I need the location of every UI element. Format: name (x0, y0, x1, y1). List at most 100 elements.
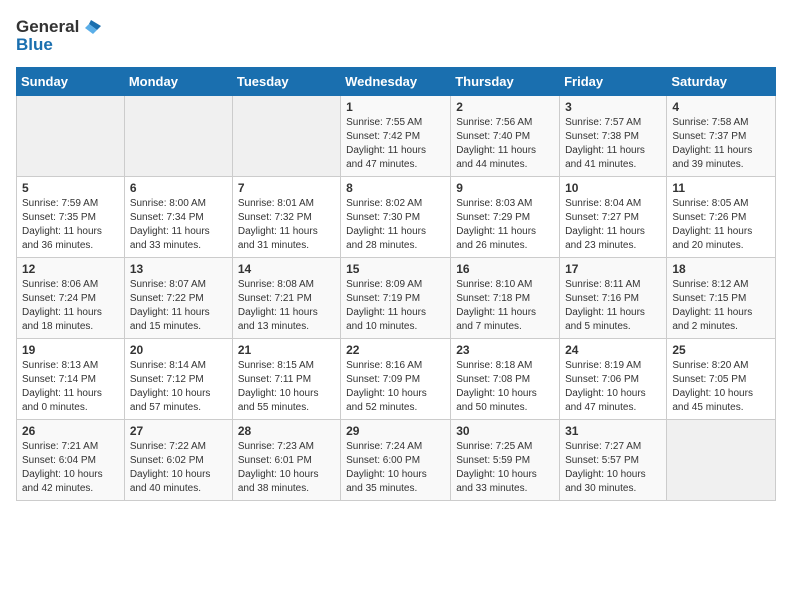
day-info: Sunrise: 8:18 AM Sunset: 7:08 PM Dayligh… (456, 359, 554, 415)
calendar-cell: 11 Sunrise: 8:05 AM Sunset: 7:26 PM Dayli… (667, 176, 776, 257)
day-info: Sunrise: 8:03 AM Sunset: 7:29 PM Dayligh… (456, 197, 554, 253)
logo-container: General Blue (16, 16, 103, 55)
day-info: Sunrise: 7:21 AM Sunset: 6:04 PM Dayligh… (22, 440, 119, 496)
day-number: 13 (130, 262, 227, 276)
calendar-cell: 12 Sunrise: 8:06 AM Sunset: 7:24 PM Dayli… (17, 257, 125, 338)
day-number: 9 (456, 181, 554, 195)
calendar-table: SundayMondayTuesdayWednesdayThursdayFrid… (16, 67, 776, 501)
page-header: General Blue (16, 16, 776, 55)
calendar-cell: 24 Sunrise: 8:19 AM Sunset: 7:06 PM Dayli… (560, 338, 667, 419)
day-info: Sunrise: 7:27 AM Sunset: 5:57 PM Dayligh… (565, 440, 661, 496)
day-info: Sunrise: 8:19 AM Sunset: 7:06 PM Dayligh… (565, 359, 661, 415)
day-info: Sunrise: 8:16 AM Sunset: 7:09 PM Dayligh… (346, 359, 445, 415)
day-number: 30 (456, 424, 554, 438)
logo: General Blue (16, 16, 103, 55)
calendar-cell: 20 Sunrise: 8:14 AM Sunset: 7:12 PM Dayli… (124, 338, 232, 419)
day-info: Sunrise: 7:23 AM Sunset: 6:01 PM Dayligh… (238, 440, 335, 496)
weekday-header-monday: Monday (124, 67, 232, 95)
calendar-cell: 4 Sunrise: 7:58 AM Sunset: 7:37 PM Daylig… (667, 95, 776, 176)
day-number: 15 (346, 262, 445, 276)
day-info: Sunrise: 8:12 AM Sunset: 7:15 PM Dayligh… (672, 278, 770, 334)
day-number: 21 (238, 343, 335, 357)
day-info: Sunrise: 8:08 AM Sunset: 7:21 PM Dayligh… (238, 278, 335, 334)
calendar-cell: 22 Sunrise: 8:16 AM Sunset: 7:09 PM Dayli… (341, 338, 451, 419)
calendar-cell: 26 Sunrise: 7:21 AM Sunset: 6:04 PM Dayli… (17, 419, 125, 500)
weekday-header-wednesday: Wednesday (341, 67, 451, 95)
day-number: 10 (565, 181, 661, 195)
day-number: 8 (346, 181, 445, 195)
day-info: Sunrise: 8:11 AM Sunset: 7:16 PM Dayligh… (565, 278, 661, 334)
logo-text-blue: Blue (16, 36, 53, 55)
day-number: 18 (672, 262, 770, 276)
day-number: 2 (456, 100, 554, 114)
day-info: Sunrise: 7:59 AM Sunset: 7:35 PM Dayligh… (22, 197, 119, 253)
day-number: 5 (22, 181, 119, 195)
weekday-header-saturday: Saturday (667, 67, 776, 95)
day-number: 4 (672, 100, 770, 114)
calendar-week-row: 12 Sunrise: 8:06 AM Sunset: 7:24 PM Dayli… (17, 257, 776, 338)
weekday-header-row: SundayMondayTuesdayWednesdayThursdayFrid… (17, 67, 776, 95)
calendar-cell: 13Sunrise: 8:07 AM Sunset: 7:22 PM Dayli… (124, 257, 232, 338)
day-number: 24 (565, 343, 661, 357)
calendar-cell: 16Sunrise: 8:10 AM Sunset: 7:18 PM Dayli… (451, 257, 560, 338)
weekday-header-sunday: Sunday (17, 67, 125, 95)
logo-text-general: General (16, 18, 79, 37)
day-number: 29 (346, 424, 445, 438)
calendar-cell: 31Sunrise: 7:27 AM Sunset: 5:57 PM Dayli… (560, 419, 667, 500)
day-number: 12 (22, 262, 119, 276)
calendar-cell: 1Sunrise: 7:55 AM Sunset: 7:42 PM Daylig… (341, 95, 451, 176)
day-info: Sunrise: 8:02 AM Sunset: 7:30 PM Dayligh… (346, 197, 445, 253)
day-number: 3 (565, 100, 661, 114)
day-info: Sunrise: 8:04 AM Sunset: 7:27 PM Dayligh… (565, 197, 661, 253)
day-info: Sunrise: 7:22 AM Sunset: 6:02 PM Dayligh… (130, 440, 227, 496)
calendar-cell: 19 Sunrise: 8:13 AM Sunset: 7:14 PM Dayli… (17, 338, 125, 419)
day-number: 17 (565, 262, 661, 276)
calendar-cell: 27 Sunrise: 7:22 AM Sunset: 6:02 PM Dayli… (124, 419, 232, 500)
calendar-cell: 28 Sunrise: 7:23 AM Sunset: 6:01 PM Dayli… (232, 419, 340, 500)
day-number: 14 (238, 262, 335, 276)
weekday-header-tuesday: Tuesday (232, 67, 340, 95)
day-info: Sunrise: 7:56 AM Sunset: 7:40 PM Dayligh… (456, 116, 554, 172)
day-info: Sunrise: 8:05 AM Sunset: 7:26 PM Dayligh… (672, 197, 770, 253)
day-info: Sunrise: 8:10 AM Sunset: 7:18 PM Dayligh… (456, 278, 554, 334)
calendar-cell: 8 Sunrise: 8:02 AM Sunset: 7:30 PM Daylig… (341, 176, 451, 257)
day-info: Sunrise: 7:24 AM Sunset: 6:00 PM Dayligh… (346, 440, 445, 496)
calendar-cell (124, 95, 232, 176)
calendar-cell: 2 Sunrise: 7:56 AM Sunset: 7:40 PM Daylig… (451, 95, 560, 176)
calendar-week-row: 5 Sunrise: 7:59 AM Sunset: 7:35 PM Daylig… (17, 176, 776, 257)
calendar-cell (232, 95, 340, 176)
day-number: 20 (130, 343, 227, 357)
day-info: Sunrise: 8:01 AM Sunset: 7:32 PM Dayligh… (238, 197, 335, 253)
calendar-cell: 15 Sunrise: 8:09 AM Sunset: 7:19 PM Dayli… (341, 257, 451, 338)
calendar-cell: 14 Sunrise: 8:08 AM Sunset: 7:21 PM Dayli… (232, 257, 340, 338)
day-info: Sunrise: 7:55 AM Sunset: 7:42 PM Dayligh… (346, 116, 445, 172)
calendar-cell: 23 Sunrise: 8:18 AM Sunset: 7:08 PM Dayli… (451, 338, 560, 419)
calendar-cell: 3 Sunrise: 7:57 AM Sunset: 7:38 PM Daylig… (560, 95, 667, 176)
calendar-week-row: 1Sunrise: 7:55 AM Sunset: 7:42 PM Daylig… (17, 95, 776, 176)
day-info: Sunrise: 7:57 AM Sunset: 7:38 PM Dayligh… (565, 116, 661, 172)
day-number: 22 (346, 343, 445, 357)
calendar-cell: 18 Sunrise: 8:12 AM Sunset: 7:15 PM Dayli… (667, 257, 776, 338)
day-info: Sunrise: 7:58 AM Sunset: 7:37 PM Dayligh… (672, 116, 770, 172)
calendar-cell (667, 419, 776, 500)
day-number: 28 (238, 424, 335, 438)
calendar-cell: 7 Sunrise: 8:01 AM Sunset: 7:32 PM Daylig… (232, 176, 340, 257)
day-info: Sunrise: 8:06 AM Sunset: 7:24 PM Dayligh… (22, 278, 119, 334)
day-info: Sunrise: 8:00 AM Sunset: 7:34 PM Dayligh… (130, 197, 227, 253)
calendar-cell: 5 Sunrise: 7:59 AM Sunset: 7:35 PM Daylig… (17, 176, 125, 257)
day-number: 26 (22, 424, 119, 438)
day-info: Sunrise: 8:09 AM Sunset: 7:19 PM Dayligh… (346, 278, 445, 334)
day-number: 23 (456, 343, 554, 357)
day-info: Sunrise: 8:20 AM Sunset: 7:05 PM Dayligh… (672, 359, 770, 415)
weekday-header-thursday: Thursday (451, 67, 560, 95)
logo-bird-icon (81, 16, 103, 38)
day-number: 6 (130, 181, 227, 195)
weekday-header-friday: Friday (560, 67, 667, 95)
day-number: 19 (22, 343, 119, 357)
day-number: 11 (672, 181, 770, 195)
day-info: Sunrise: 8:13 AM Sunset: 7:14 PM Dayligh… (22, 359, 119, 415)
day-info: Sunrise: 8:14 AM Sunset: 7:12 PM Dayligh… (130, 359, 227, 415)
day-number: 27 (130, 424, 227, 438)
calendar-cell: 17 Sunrise: 8:11 AM Sunset: 7:16 PM Dayli… (560, 257, 667, 338)
day-number: 7 (238, 181, 335, 195)
